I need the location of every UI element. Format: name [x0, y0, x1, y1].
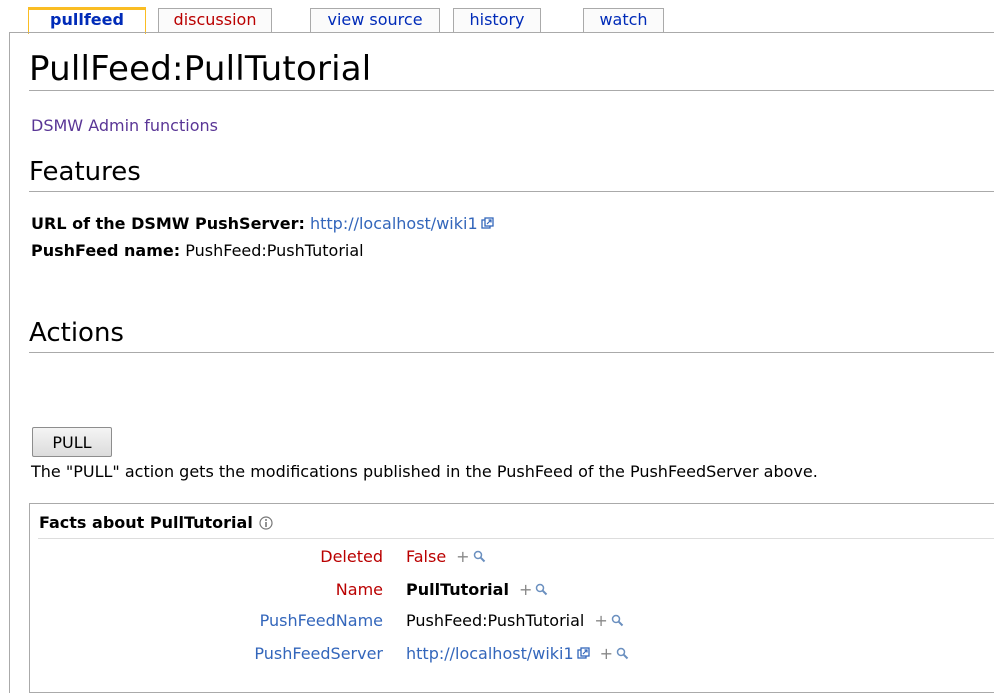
fact-value-pushfeedserver-link[interactable]: http://localhost/wiki1	[406, 644, 590, 663]
page-title: PullFeed:PullTutorial	[29, 49, 372, 89]
tab-pullfeed[interactable]: pullfeed	[28, 7, 146, 34]
tab-history[interactable]: history	[453, 8, 541, 33]
fact-row: Name PullTutorial +	[30, 580, 994, 604]
fact-property-deleted[interactable]: Deleted	[320, 547, 383, 566]
fact-row: PushFeedName PushFeed:PushTutorial +	[30, 611, 994, 635]
pushfeed-name-value: PushFeed:PushTutorial	[185, 241, 364, 260]
dsmw-admin-link[interactable]: DSMW Admin functions	[31, 116, 218, 135]
facts-divider	[38, 538, 994, 539]
pushserver-url-label: URL of the DSMW PushServer:	[31, 214, 305, 233]
plus-icon[interactable]: +	[519, 580, 532, 599]
features-divider	[29, 191, 994, 192]
tab-discussion[interactable]: discussion	[158, 8, 272, 33]
external-link-icon	[480, 215, 494, 234]
pull-description: The "PULL" action gets the modifications…	[31, 462, 818, 481]
fact-value-deleted[interactable]: False	[406, 547, 446, 566]
actions-divider	[29, 352, 994, 353]
plus-icon[interactable]: +	[594, 611, 607, 630]
fact-property-pushfeedserver[interactable]: PushFeedServer	[254, 644, 383, 663]
fact-property-name[interactable]: Name	[336, 580, 383, 599]
fact-value-pushfeedserver: http://localhost/wiki1	[406, 644, 574, 663]
title-divider	[29, 90, 994, 91]
pushfeed-name-label: PushFeed name:	[31, 241, 181, 260]
fact-value-cell: False +	[406, 547, 486, 567]
external-link-icon	[577, 645, 590, 664]
facts-title: Facts about PullTutorial	[39, 513, 273, 534]
plus-icon[interactable]: +	[456, 547, 469, 566]
fact-value-cell: PushFeed:PushTutorial +	[406, 611, 624, 631]
fact-property-pushfeedname[interactable]: PushFeedName	[260, 611, 383, 630]
fact-value-cell: http://localhost/wiki1 +	[406, 644, 629, 664]
tab-watch[interactable]: watch	[583, 8, 664, 33]
page-tabs: pullfeed discussion view source history …	[0, 0, 994, 34]
pushserver-url-link[interactable]: http://localhost/wiki1	[310, 214, 494, 233]
pushfeed-name-line: PushFeed name: PushFeed:PushTutorial	[31, 241, 364, 260]
fact-row: Deleted False +	[30, 547, 994, 571]
info-icon[interactable]	[259, 515, 273, 534]
fact-row: PushFeedServer http://localhost/wiki1 +	[30, 644, 994, 668]
pushserver-url-text: http://localhost/wiki1	[309, 214, 478, 233]
magnifier-icon[interactable]	[535, 581, 548, 600]
features-heading: Features	[29, 157, 141, 187]
magnifier-icon[interactable]	[616, 645, 629, 664]
fact-value-cell: PullTutorial +	[406, 580, 548, 600]
pull-button[interactable]: PULL	[32, 427, 112, 457]
fact-value-name: PullTutorial	[406, 580, 509, 599]
fact-value-pushfeedname: PushFeed:PushTutorial	[406, 611, 585, 630]
magnifier-icon[interactable]	[473, 548, 486, 567]
plus-icon[interactable]: +	[600, 644, 613, 663]
facts-title-text: Facts about PullTutorial	[39, 513, 253, 532]
pushserver-url-line: URL of the DSMW PushServer: http://local…	[31, 214, 494, 234]
tab-view-source[interactable]: view source	[310, 8, 440, 33]
actions-heading: Actions	[29, 318, 124, 348]
facts-box: Facts about PullTutorial Deleted False + …	[29, 503, 994, 693]
magnifier-icon[interactable]	[611, 612, 624, 631]
